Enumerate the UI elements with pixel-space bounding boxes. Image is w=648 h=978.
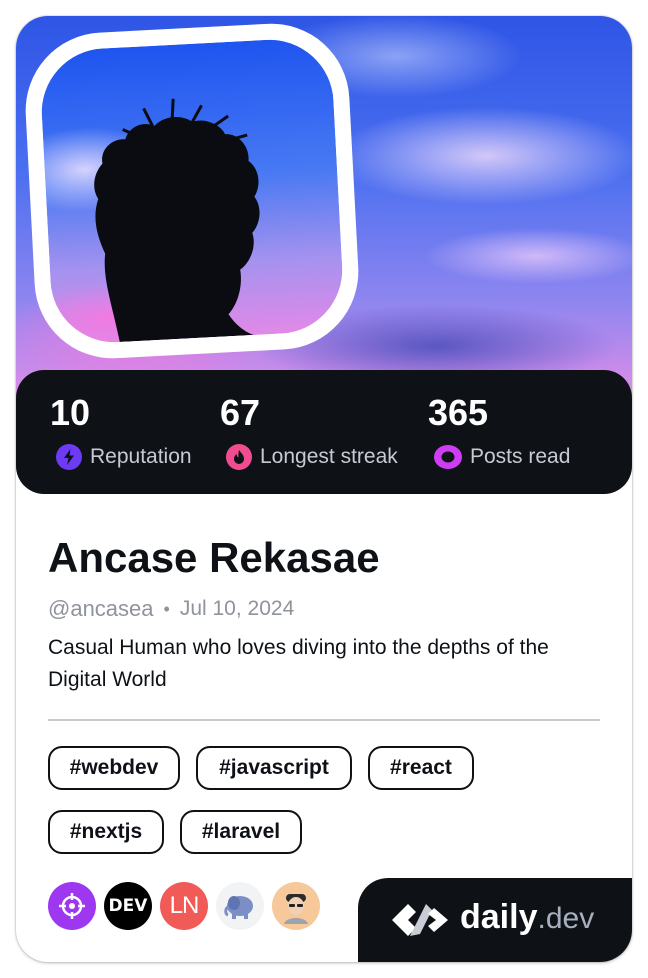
tag-javascript[interactable]: #javascript: [196, 746, 352, 790]
profile-handle: @ancasea: [48, 596, 154, 621]
daily-dev-wordmark: daily.dev: [460, 898, 594, 937]
reputation-value: 10: [50, 392, 91, 433]
profile-name: Ancase Rekasae: [48, 534, 380, 581]
person-avatar-icon: [284, 894, 308, 924]
divider: [48, 719, 600, 721]
posts-read-label-row: Posts read: [434, 444, 570, 470]
longest-streak-label-row: Longest streak: [226, 444, 398, 470]
longest-streak-value: 67: [220, 392, 261, 433]
php-elephant-source-icon[interactable]: [216, 882, 264, 930]
avatar-frame: [21, 19, 363, 363]
reputation-label-row: Reputation: [56, 444, 192, 470]
posts-read-value: 365: [428, 392, 489, 433]
joined-date: Jul 10, 2024: [179, 597, 295, 620]
posts-read-eye-icon: [434, 445, 462, 469]
dev-to-label: DEV: [108, 896, 148, 916]
reputation-label: Reputation: [90, 445, 192, 468]
stats-bar: 10 Reputation 67 Longest streak 365 Post…: [16, 370, 632, 494]
longest-streak-label: Longest streak: [260, 445, 398, 468]
tag-laravel[interactable]: #laravel: [180, 810, 302, 854]
crosshair-icon: [59, 893, 85, 919]
tag-nextjs[interactable]: #nextjs: [48, 810, 164, 854]
tag-webdev[interactable]: #webdev: [48, 746, 180, 790]
brand-suffix: .dev: [537, 902, 595, 935]
daily-dev-brand: daily.dev: [358, 878, 632, 962]
brand-name: daily: [460, 898, 538, 936]
streak-flame-icon: [226, 444, 252, 470]
laravel-news-label: LN: [169, 892, 200, 919]
posts-read-label: Posts read: [470, 445, 571, 468]
daily-dev-logo-icon: [392, 904, 448, 936]
crosshair-source-icon[interactable]: [48, 882, 96, 930]
reputation-bolt-icon: [56, 444, 82, 470]
avatar: [38, 36, 346, 346]
profile-card: 10 Reputation 67 Longest streak 365 Post…: [16, 16, 632, 962]
elephant-icon: [224, 896, 253, 919]
avatar-source-icon[interactable]: [272, 882, 320, 930]
profile-bio: Casual Human who loves diving into the d…: [48, 636, 549, 691]
tag-react[interactable]: #react: [368, 746, 474, 790]
silhouette-image: [94, 98, 260, 342]
dev-to-source-icon[interactable]: DEV: [104, 882, 152, 930]
laravel-news-source-icon[interactable]: LN: [160, 882, 208, 930]
profile-meta: @ancasea • Jul 10, 2024: [48, 596, 294, 622]
meta-separator: •: [163, 598, 170, 619]
